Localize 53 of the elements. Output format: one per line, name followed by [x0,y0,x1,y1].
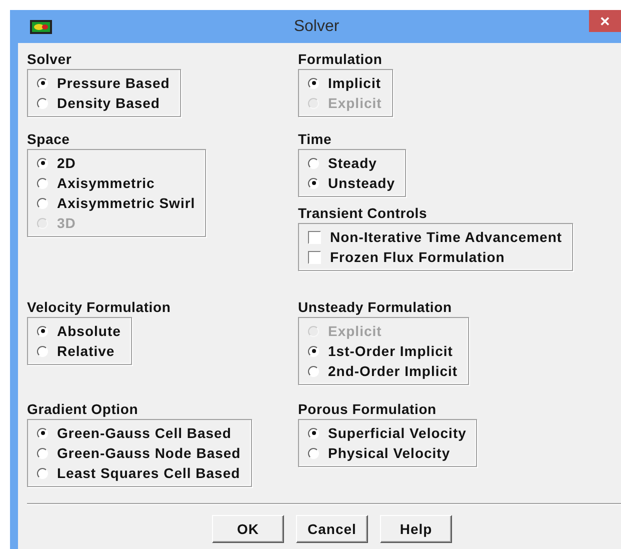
option-label[interactable]: 2D [57,155,76,171]
option-label[interactable]: Density Based [57,95,160,111]
option-label[interactable]: Relative [57,343,115,359]
radio-button[interactable] [308,178,319,188]
group-title: Formulation [298,51,384,68]
group-title: Transient Controls [298,205,428,222]
radio-button[interactable] [37,326,48,336]
radio-button[interactable] [308,428,319,438]
group-title: Space [27,131,71,148]
group-title: Solver [27,51,73,68]
option-label[interactable]: Unsteady [328,175,396,191]
radio-button[interactable] [37,428,48,438]
radio-button[interactable] [37,158,48,168]
group-title: Porous Formulation [298,401,438,418]
option-label[interactable]: Steady [328,155,377,171]
checkbox[interactable] [308,230,321,244]
option-label[interactable]: Pressure Based [57,75,170,91]
radio-button[interactable] [37,346,48,356]
option-label[interactable]: Superficial Velocity [328,425,466,441]
radio-button[interactable] [308,346,319,356]
radio-button[interactable] [308,366,319,376]
radio-button[interactable] [37,468,48,478]
app-icon [30,20,52,34]
dialog-button[interactable]: OK [212,515,284,543]
option-label[interactable]: Axisymmetric [57,175,155,191]
radio-button[interactable] [308,78,319,88]
dialog-button[interactable]: Cancel [296,515,368,543]
radio-button[interactable] [308,158,319,168]
checkbox[interactable] [308,250,321,264]
option-label[interactable]: Non-Iterative Time Advancement [330,229,562,245]
option-label[interactable]: Green-Gauss Cell Based [57,425,232,441]
radio-button[interactable] [37,78,48,88]
radio-button[interactable] [37,178,48,188]
radio-button[interactable] [37,98,48,108]
option-label[interactable]: Physical Velocity [328,445,450,461]
group-title: Gradient Option [27,401,140,418]
group-title: Unsteady Formulation [298,299,453,316]
window-title: Solver [292,18,340,36]
option-label[interactable]: 1st-Order Implicit [328,343,453,359]
option-label[interactable]: Least Squares Cell Based [57,465,240,481]
option-label[interactable]: Frozen Flux Formulation [330,249,505,265]
group-title: Time [298,131,333,148]
option-label[interactable]: Absolute [57,323,121,339]
option-label[interactable]: Implicit [328,75,382,91]
group-title: Velocity Formulation [27,299,172,316]
radio-button[interactable] [37,198,48,208]
radio-button[interactable] [37,448,48,458]
option-label[interactable]: 2nd-Order Implicit [328,363,458,379]
option-label[interactable]: Green-Gauss Node Based [57,445,241,461]
dialog-button[interactable]: Help [380,515,452,543]
radio-button[interactable] [308,448,319,458]
close-button[interactable]: ✕ [589,10,621,32]
option-label[interactable]: Axisymmetric Swirl [57,195,196,211]
